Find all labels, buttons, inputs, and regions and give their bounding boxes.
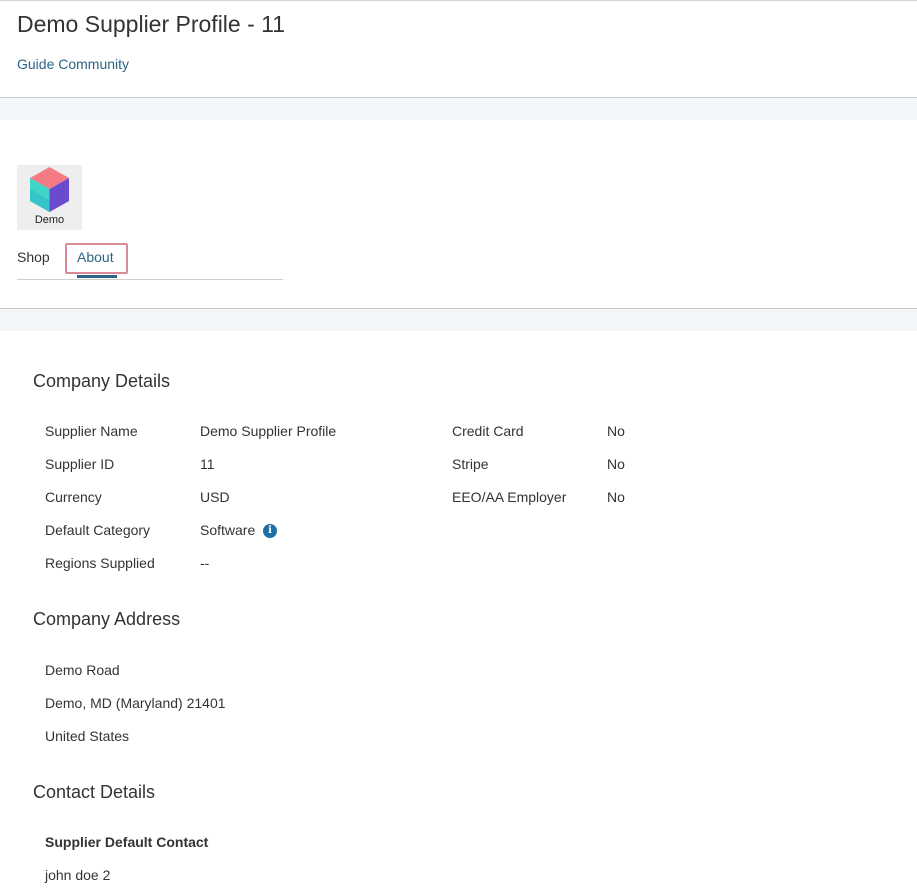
active-tab-indicator: [77, 275, 117, 278]
eeo-aa-employer-value: No: [607, 489, 625, 505]
tab-shop[interactable]: Shop: [17, 249, 50, 265]
default-contact-heading: Supplier Default Contact: [45, 834, 209, 850]
page-header: Demo Supplier Profile - 11 Guide Communi…: [0, 1, 917, 98]
regions-supplied-label: Regions Supplied: [45, 555, 155, 571]
eeo-aa-employer-label: EEO/AA Employer: [452, 489, 567, 505]
credit-card-value: No: [607, 423, 625, 439]
cube-logo-icon: [30, 167, 69, 212]
info-icon[interactable]: i: [263, 524, 277, 538]
currency-label: Currency: [45, 489, 102, 505]
separator-band: [0, 309, 917, 331]
credit-card-label: Credit Card: [452, 423, 524, 439]
address-line: Demo Road: [45, 662, 120, 678]
supplier-id-label: Supplier ID: [45, 456, 115, 472]
regions-supplied-value: --: [200, 555, 210, 571]
default-category-value: Software: [200, 522, 256, 538]
supplier-id-value: 11: [200, 456, 215, 472]
stripe-label: Stripe: [452, 456, 489, 472]
company-address-title: Company Address: [33, 609, 181, 629]
stripe-value: No: [607, 456, 625, 472]
about-content: Company Details Supplier Name Demo Suppl…: [0, 331, 917, 896]
supplier-name-value: Demo Supplier Profile: [200, 423, 337, 439]
supplier-logo: Demo: [17, 165, 82, 230]
currency-value: USD: [200, 489, 230, 505]
address-line: United States: [45, 728, 130, 744]
supplier-name-label: Supplier Name: [45, 423, 138, 439]
tab-about[interactable]: About: [77, 249, 114, 265]
contact-details-title: Contact Details: [33, 782, 156, 802]
logo-caption: Demo: [34, 214, 65, 226]
separator-band: [0, 98, 917, 120]
guide-community-link[interactable]: Guide Community: [17, 56, 129, 72]
address-line: Demo, MD (Maryland) 21401: [45, 695, 226, 711]
supplier-profile-header: Demo Shop About: [0, 120, 917, 309]
profile-tabs: Shop About: [17, 243, 283, 280]
page-title: Demo Supplier Profile - 11: [17, 11, 286, 37]
contact-name: john doe 2: [45, 867, 111, 883]
company-details-title: Company Details: [33, 371, 171, 391]
default-category-label: Default Category: [45, 522, 151, 538]
